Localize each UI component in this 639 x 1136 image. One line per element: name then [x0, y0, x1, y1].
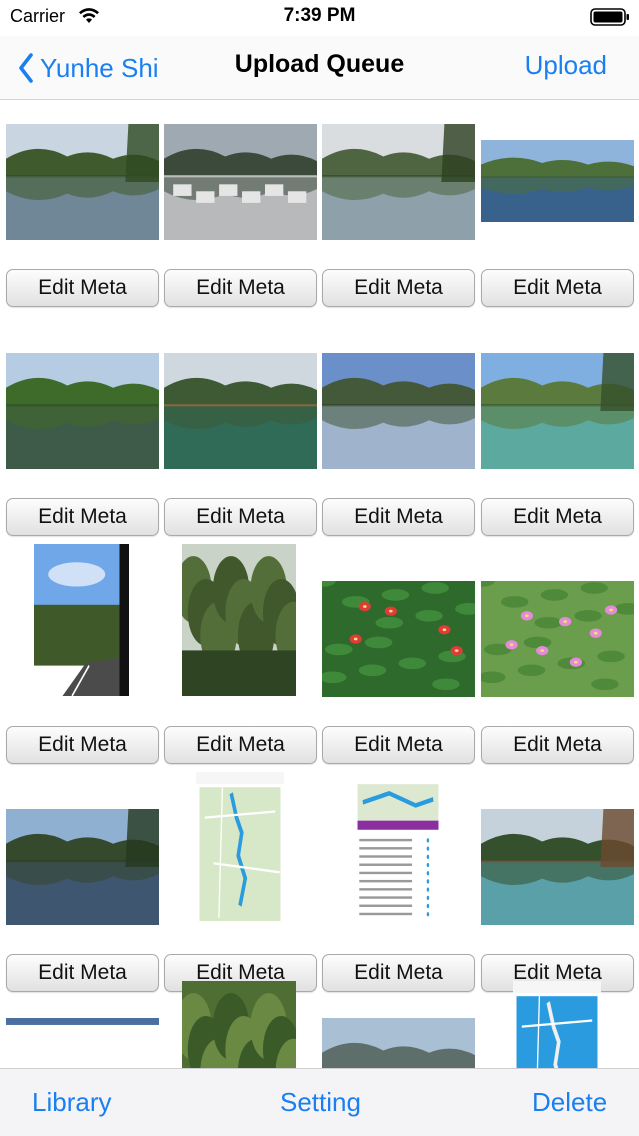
photo-lake-wide — [481, 140, 634, 222]
photo-image — [182, 544, 296, 696]
photo-thumbnail[interactable] — [6, 122, 164, 240]
photo-thumbnail[interactable] — [481, 122, 639, 240]
photo-river-blue-sky — [322, 353, 475, 469]
photo-partial-mountain — [322, 1018, 475, 1068]
photo-green-lake-slope — [164, 353, 317, 469]
photo-partial-forest — [182, 981, 296, 1068]
photo-thumbnail[interactable] — [164, 772, 322, 925]
photo-thumbnail[interactable] — [6, 544, 164, 697]
photo-image — [481, 353, 634, 469]
photo-thumbnail[interactable] — [322, 1016, 480, 1068]
photo-grid[interactable]: Edit Meta Edit Meta Edit Meta Edit Meta Edit… — [0, 100, 639, 1068]
upload-button[interactable]: Upload — [525, 50, 607, 81]
edit-meta-button[interactable]: Edit Meta — [6, 954, 159, 992]
photo-image — [322, 124, 475, 240]
photo-thumbnail[interactable] — [481, 981, 639, 1068]
photo-village-mist — [164, 124, 317, 240]
photo-thumbnail[interactable] — [6, 351, 164, 469]
edit-meta-button[interactable]: Edit Meta — [6, 498, 159, 536]
photo-thumbnail[interactable] — [322, 122, 480, 240]
photo-partial — [6, 1018, 159, 1068]
photo-thumbnail[interactable] — [481, 579, 639, 697]
photo-thumbnail[interactable] — [6, 1016, 164, 1068]
edit-meta-button[interactable]: Edit Meta — [164, 269, 317, 307]
photo-thumbnail[interactable] — [322, 772, 480, 925]
photo-image — [6, 124, 159, 240]
back-button-label: Yunhe Shi — [40, 52, 159, 83]
edit-meta-button[interactable]: Edit Meta — [164, 726, 317, 764]
status-bar: Carrier 7:39 PM — [0, 0, 639, 36]
photo-thumbnail[interactable] — [164, 981, 322, 1068]
photo-thumbnail[interactable] — [164, 544, 322, 697]
photo-image — [322, 353, 475, 469]
photo-image — [481, 140, 634, 222]
photo-hill-reflection — [6, 353, 159, 469]
edit-meta-button[interactable]: Edit Meta — [481, 726, 634, 764]
edit-meta-button[interactable]: Edit Meta — [481, 269, 634, 307]
photo-image — [481, 809, 634, 925]
setting-button[interactable]: Setting — [280, 1087, 361, 1118]
photo-image — [322, 581, 475, 697]
photo-image — [354, 772, 442, 924]
photo-image — [513, 981, 601, 1068]
edit-meta-button[interactable]: Edit Meta — [322, 726, 475, 764]
photo-image — [6, 353, 159, 469]
photo-image — [34, 544, 129, 696]
photo-road-portrait — [34, 544, 129, 696]
edit-meta-button[interactable]: Edit Meta — [164, 498, 317, 536]
photo-image — [322, 1018, 475, 1068]
chevron-left-icon — [19, 53, 33, 83]
photo-route-screenshot — [354, 772, 442, 924]
photo-image — [6, 809, 159, 925]
photo-image — [196, 772, 284, 924]
bottom-toolbar: Library Setting Delete — [0, 1068, 639, 1136]
photo-pink-flowers — [481, 581, 634, 697]
photo-thumbnail[interactable] — [322, 579, 480, 697]
back-button[interactable]: Yunhe Shi — [18, 48, 159, 88]
delete-button[interactable]: Delete — [532, 1087, 607, 1118]
photo-thumbnail[interactable] — [481, 807, 639, 925]
photo-thumbnail[interactable] — [164, 351, 322, 469]
edit-meta-button[interactable]: Edit Meta — [322, 498, 475, 536]
edit-meta-button[interactable]: Edit Meta — [322, 269, 475, 307]
photo-partial-screenshot — [513, 981, 601, 1068]
photo-image — [182, 981, 296, 1068]
photo-forest-lake — [481, 809, 634, 925]
photo-lake-dusk — [6, 809, 159, 925]
photo-red-flowers — [322, 581, 475, 697]
battery-icon — [590, 8, 630, 26]
photo-thumbnail[interactable] — [6, 807, 164, 925]
photo-lake-mountains — [6, 124, 159, 240]
status-time: 7:39 PM — [283, 5, 356, 26]
photo-thumbnail[interactable] — [481, 351, 639, 469]
navigation-bar: Yunhe Shi Upload Queue Upload — [0, 36, 639, 100]
photo-image — [164, 353, 317, 469]
photo-map-screenshot — [196, 772, 284, 924]
library-button[interactable]: Library — [32, 1087, 111, 1118]
photo-image — [6, 1018, 159, 1068]
edit-meta-button[interactable]: Edit Meta — [481, 498, 634, 536]
photo-image — [164, 124, 317, 240]
edit-meta-button[interactable]: Edit Meta — [322, 954, 475, 992]
photo-thumbnail[interactable] — [164, 122, 322, 240]
photo-thumbnail[interactable] — [322, 351, 480, 469]
photo-image — [481, 581, 634, 697]
edit-meta-button[interactable]: Edit Meta — [6, 726, 159, 764]
photo-lake-trees — [481, 353, 634, 469]
photo-lake-pagoda — [322, 124, 475, 240]
photo-forest-portrait — [182, 544, 296, 696]
edit-meta-button[interactable]: Edit Meta — [6, 269, 159, 307]
